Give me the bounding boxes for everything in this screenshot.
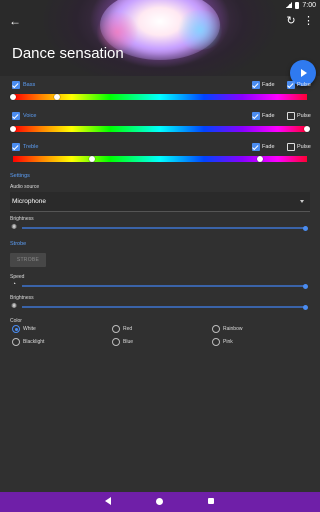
more-options-icon[interactable]: ⋮: [303, 14, 314, 28]
treble-fade-label: Fade: [262, 144, 275, 150]
speed-slider[interactable]: [22, 283, 308, 289]
color-option-label: Rainbow: [223, 326, 243, 332]
bass-label: Bass: [23, 82, 36, 88]
strobe-brightness-slider[interactable]: [22, 304, 308, 310]
color-label: Color: [10, 318, 22, 324]
voice-color-range-slider[interactable]: [10, 126, 310, 132]
nav-recents-icon[interactable]: [208, 498, 214, 504]
range-end-handle[interactable]: [304, 126, 310, 132]
strobe-brightness-label: Brightness: [10, 295, 34, 301]
voice-fade-checkbox[interactable]: [252, 112, 260, 120]
brightness-icon: ✺: [11, 224, 17, 231]
signal-icon: [286, 2, 293, 8]
bass-color-range-slider[interactable]: [10, 94, 307, 100]
brightness-icon: ✺: [11, 303, 17, 310]
dropdown-arrow-icon: [300, 200, 304, 203]
channel-row-voice: Voice Fade Pulse: [0, 112, 320, 126]
back-arrow-icon[interactable]: ←: [8, 14, 22, 28]
voice-label: Voice: [23, 113, 37, 119]
status-time: 7:00: [302, 1, 316, 9]
speed-gauge-icon: ◔: [11, 281, 17, 288]
treble-color-range-slider[interactable]: [13, 156, 307, 162]
color-radio-blacklight[interactable]: [12, 338, 20, 346]
channel-row-treble: Treble Fade Pulse: [0, 143, 320, 157]
color-radio-red[interactable]: [112, 325, 120, 333]
color-option-label: Red: [123, 326, 133, 332]
voice-pulse-label: Pulse: [297, 113, 311, 119]
treble-label: Treble: [23, 144, 39, 150]
battery-icon: [295, 1, 300, 9]
color-option-label: Blue: [123, 339, 134, 345]
range-start-handle[interactable]: [10, 94, 16, 100]
reset-icon[interactable]: ↻: [284, 14, 298, 28]
color-radio-pink[interactable]: [212, 338, 220, 346]
strobe-button[interactable]: STROBE: [10, 253, 46, 267]
nav-home-icon[interactable]: [156, 498, 163, 505]
settings-content: Bass Fade Pulse Voice Fade Pulse Treble …: [0, 76, 320, 492]
header-banner: 7:00 ← ↻ ⋮ Dance sensation: [0, 0, 320, 76]
bass-pulse-checkbox[interactable]: [287, 81, 295, 89]
bass-fade-label: Fade: [262, 82, 275, 88]
color-radio-blue[interactable]: [112, 338, 120, 346]
voice-fade-label: Fade: [262, 113, 275, 119]
bass-pulse-label: Pulse: [297, 82, 311, 88]
brightness-slider-thumb[interactable]: [303, 225, 308, 231]
system-nav-bar: [0, 492, 320, 512]
color-radio-rainbow[interactable]: [212, 325, 220, 333]
color-option-label: Blacklight: [23, 339, 45, 345]
settings-section-title: Settings: [10, 173, 30, 179]
color-option-label: Pink: [223, 339, 233, 345]
audio-source-label: Audio source: [10, 184, 40, 190]
speed-label: Speed: [10, 274, 25, 280]
brightness-label: Brightness: [10, 216, 34, 222]
status-bar: 7:00: [286, 0, 320, 10]
treble-enable-checkbox[interactable]: [12, 143, 20, 151]
treble-pulse-label: Pulse: [297, 144, 311, 150]
speed-slider-thumb[interactable]: [303, 283, 308, 289]
range-end-handle[interactable]: [256, 156, 263, 162]
range-start-handle[interactable]: [89, 156, 96, 162]
audio-source-value: Microphone: [12, 198, 46, 205]
strobe-section-title: Strobe: [10, 241, 27, 247]
disco-light-glow: [175, 10, 225, 50]
range-end-handle[interactable]: [54, 94, 61, 100]
audio-source-dropdown[interactable]: Microphone: [10, 192, 310, 212]
treble-fade-checkbox[interactable]: [252, 143, 260, 151]
color-radio-white[interactable]: [12, 325, 20, 333]
color-option-label: White: [23, 326, 36, 332]
voice-pulse-checkbox[interactable]: [287, 112, 295, 120]
treble-pulse-checkbox[interactable]: [287, 143, 295, 151]
channel-row-bass: Bass Fade Pulse: [0, 81, 320, 95]
range-start-handle[interactable]: [10, 126, 16, 132]
strobe-brightness-slider-thumb[interactable]: [303, 304, 308, 310]
page-title: Dance sensation: [12, 45, 124, 62]
brightness-slider[interactable]: [22, 225, 308, 231]
bass-fade-checkbox[interactable]: [252, 81, 260, 89]
bass-enable-checkbox[interactable]: [12, 81, 20, 89]
nav-back-icon[interactable]: [105, 497, 111, 505]
voice-enable-checkbox[interactable]: [12, 112, 20, 120]
